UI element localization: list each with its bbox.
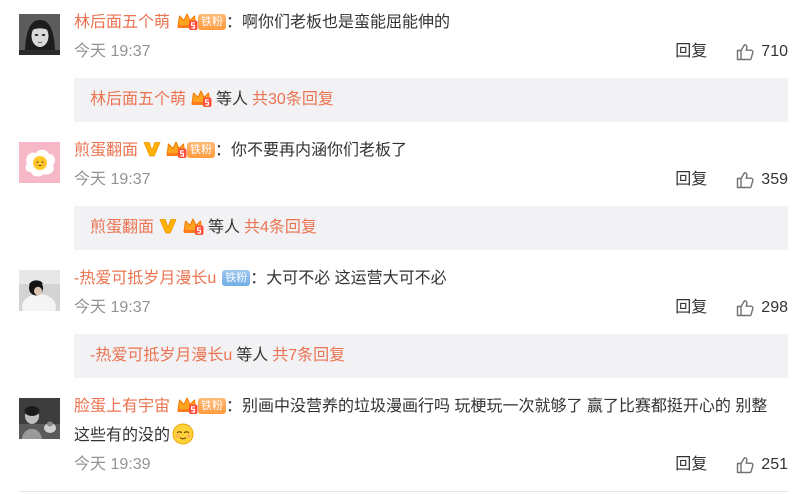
smirk-emoji-icon: [172, 423, 194, 445]
username-link[interactable]: -热爱可抵岁月漫长u: [74, 270, 216, 287]
like-count: 298: [761, 299, 788, 316]
username-link[interactable]: 脸蛋上有宇宙: [74, 398, 170, 415]
like-button[interactable]: 359: [735, 168, 788, 192]
user-avatar[interactable]: [19, 398, 60, 439]
comment-body: 林后面五个萌 铁粉 ：啊你们老板也是蛮能屈能伸的 今天 19:37 回复 710: [74, 8, 788, 64]
comment-timestamp: 今天 19:37: [74, 43, 151, 60]
comment-item: 林后面五个萌 铁粉 ：啊你们老板也是蛮能屈能伸的 今天 19:37 回复 710 林…: [0, 0, 803, 128]
iron-fan-badge[interactable]: 铁粉: [198, 14, 227, 30]
reply-button[interactable]: 回复: [675, 453, 707, 477]
comment-actions: 回复 298: [675, 296, 788, 320]
comment-body: 煎蛋翻面 铁粉 ：你不要再内涵你们老板了 今天 19:37 回复 359: [74, 136, 788, 192]
reply-button[interactable]: 回复: [675, 296, 707, 320]
reply-username-link[interactable]: -热爱可抵岁月漫长u: [90, 347, 232, 364]
reply-summary[interactable]: 煎蛋翻面 等人 共4条回复: [74, 206, 788, 250]
reply-others-text: 等人: [208, 219, 241, 236]
thumbs-up-icon[interactable]: [735, 455, 755, 475]
view-replies-link[interactable]: 共30条回复: [252, 91, 334, 108]
user-avatar[interactable]: [19, 14, 60, 55]
crown-icon[interactable]: [176, 11, 199, 31]
comment-actions: 回复 359: [675, 168, 788, 192]
view-replies-link[interactable]: 共7条回复: [272, 347, 345, 364]
comment-meta: 今天 19:37 回复 359: [74, 168, 788, 192]
comment-item: 煎蛋翻面 铁粉 ：你不要再内涵你们老板了 今天 19:37 回复 359 煎蛋翻面等…: [0, 128, 803, 256]
comment-timestamp: 今天 19:37: [74, 171, 151, 188]
comment-actions: 回复 251: [675, 453, 788, 477]
comment-body: -热爱可抵岁月漫长u 铁粉 ：大可不必 这运营大可不必 今天 19:37 回复 29…: [74, 264, 788, 320]
verified-v-icon[interactable]: [143, 140, 161, 158]
iron-fan-badge[interactable]: 铁粉: [222, 270, 251, 286]
like-button[interactable]: 298: [735, 296, 788, 320]
reply-username-link[interactable]: 煎蛋翻面: [90, 219, 154, 236]
comment-meta: 今天 19:37 回复 298: [74, 296, 788, 320]
crown-icon: [182, 216, 205, 236]
username-link[interactable]: 林后面五个萌: [74, 14, 170, 31]
comment-timestamp: 今天 19:39: [74, 456, 151, 473]
comment-text-line: 脸蛋上有宇宙 铁粉 ：别画中没营养的垃圾漫画行吗 玩梗玩一次就够了 赢了比赛都挺开心…: [74, 392, 780, 450]
comment-meta: 今天 19:37 回复 710: [74, 40, 788, 64]
like-count: 710: [761, 43, 788, 60]
comment-content: ：大可不必 这运营大可不必: [250, 270, 447, 287]
iron-fan-badge[interactable]: 铁粉: [198, 398, 227, 414]
verified-v-icon: [159, 217, 177, 235]
list-divider: [19, 491, 788, 492]
comment-item: 脸蛋上有宇宙 铁粉 ：别画中没营养的垃圾漫画行吗 玩梗玩一次就够了 赢了比赛都挺开心…: [0, 384, 803, 491]
reply-button[interactable]: 回复: [675, 40, 707, 64]
reply-summary[interactable]: 林后面五个萌 等人 共30条回复: [74, 78, 788, 122]
thumbs-up-icon[interactable]: [735, 170, 755, 190]
crown-icon[interactable]: [176, 395, 199, 415]
reply-summary[interactable]: -热爱可抵岁月漫长u 等人 共7条回复: [74, 334, 788, 378]
comment-text-line: 林后面五个萌 铁粉 ：啊你们老板也是蛮能屈能伸的: [74, 8, 780, 37]
reply-button[interactable]: 回复: [675, 168, 707, 192]
user-avatar[interactable]: [19, 142, 60, 183]
thumbs-up-icon[interactable]: [735, 298, 755, 318]
iron-fan-badge[interactable]: 铁粉: [187, 142, 216, 158]
comment-timestamp: 今天 19:37: [74, 299, 151, 316]
reply-others-text: 等人: [216, 91, 249, 108]
comment-list: 林后面五个萌 铁粉 ：啊你们老板也是蛮能屈能伸的 今天 19:37 回复 710 林…: [0, 0, 803, 494]
crown-icon[interactable]: [165, 139, 188, 159]
view-replies-link[interactable]: 共4条回复: [244, 219, 317, 236]
comment-content: ：啊你们老板也是蛮能屈能伸的: [226, 14, 451, 31]
thumbs-up-icon[interactable]: [735, 42, 755, 62]
like-button[interactable]: 251: [735, 453, 788, 477]
like-button[interactable]: 710: [735, 40, 788, 64]
reply-others-text: 等人: [236, 347, 269, 364]
user-avatar[interactable]: [19, 270, 60, 311]
comment-text-line: 煎蛋翻面 铁粉 ：你不要再内涵你们老板了: [74, 136, 780, 165]
comment-text-line: -热爱可抵岁月漫长u 铁粉 ：大可不必 这运营大可不必: [74, 264, 780, 293]
like-count: 251: [761, 456, 788, 473]
username-link[interactable]: 煎蛋翻面: [74, 142, 138, 159]
reply-username-link[interactable]: 林后面五个萌: [90, 91, 186, 108]
like-count: 359: [761, 171, 788, 188]
comment-item: -热爱可抵岁月漫长u 铁粉 ：大可不必 这运营大可不必 今天 19:37 回复 29…: [0, 256, 803, 384]
comment-meta: 今天 19:39 回复 251: [74, 453, 788, 477]
crown-icon: [190, 88, 213, 108]
comment-body: 脸蛋上有宇宙 铁粉 ：别画中没营养的垃圾漫画行吗 玩梗玩一次就够了 赢了比赛都挺开心…: [74, 392, 788, 477]
comment-content: ：你不要再内涵你们老板了: [215, 142, 408, 159]
comment-actions: 回复 710: [675, 40, 788, 64]
